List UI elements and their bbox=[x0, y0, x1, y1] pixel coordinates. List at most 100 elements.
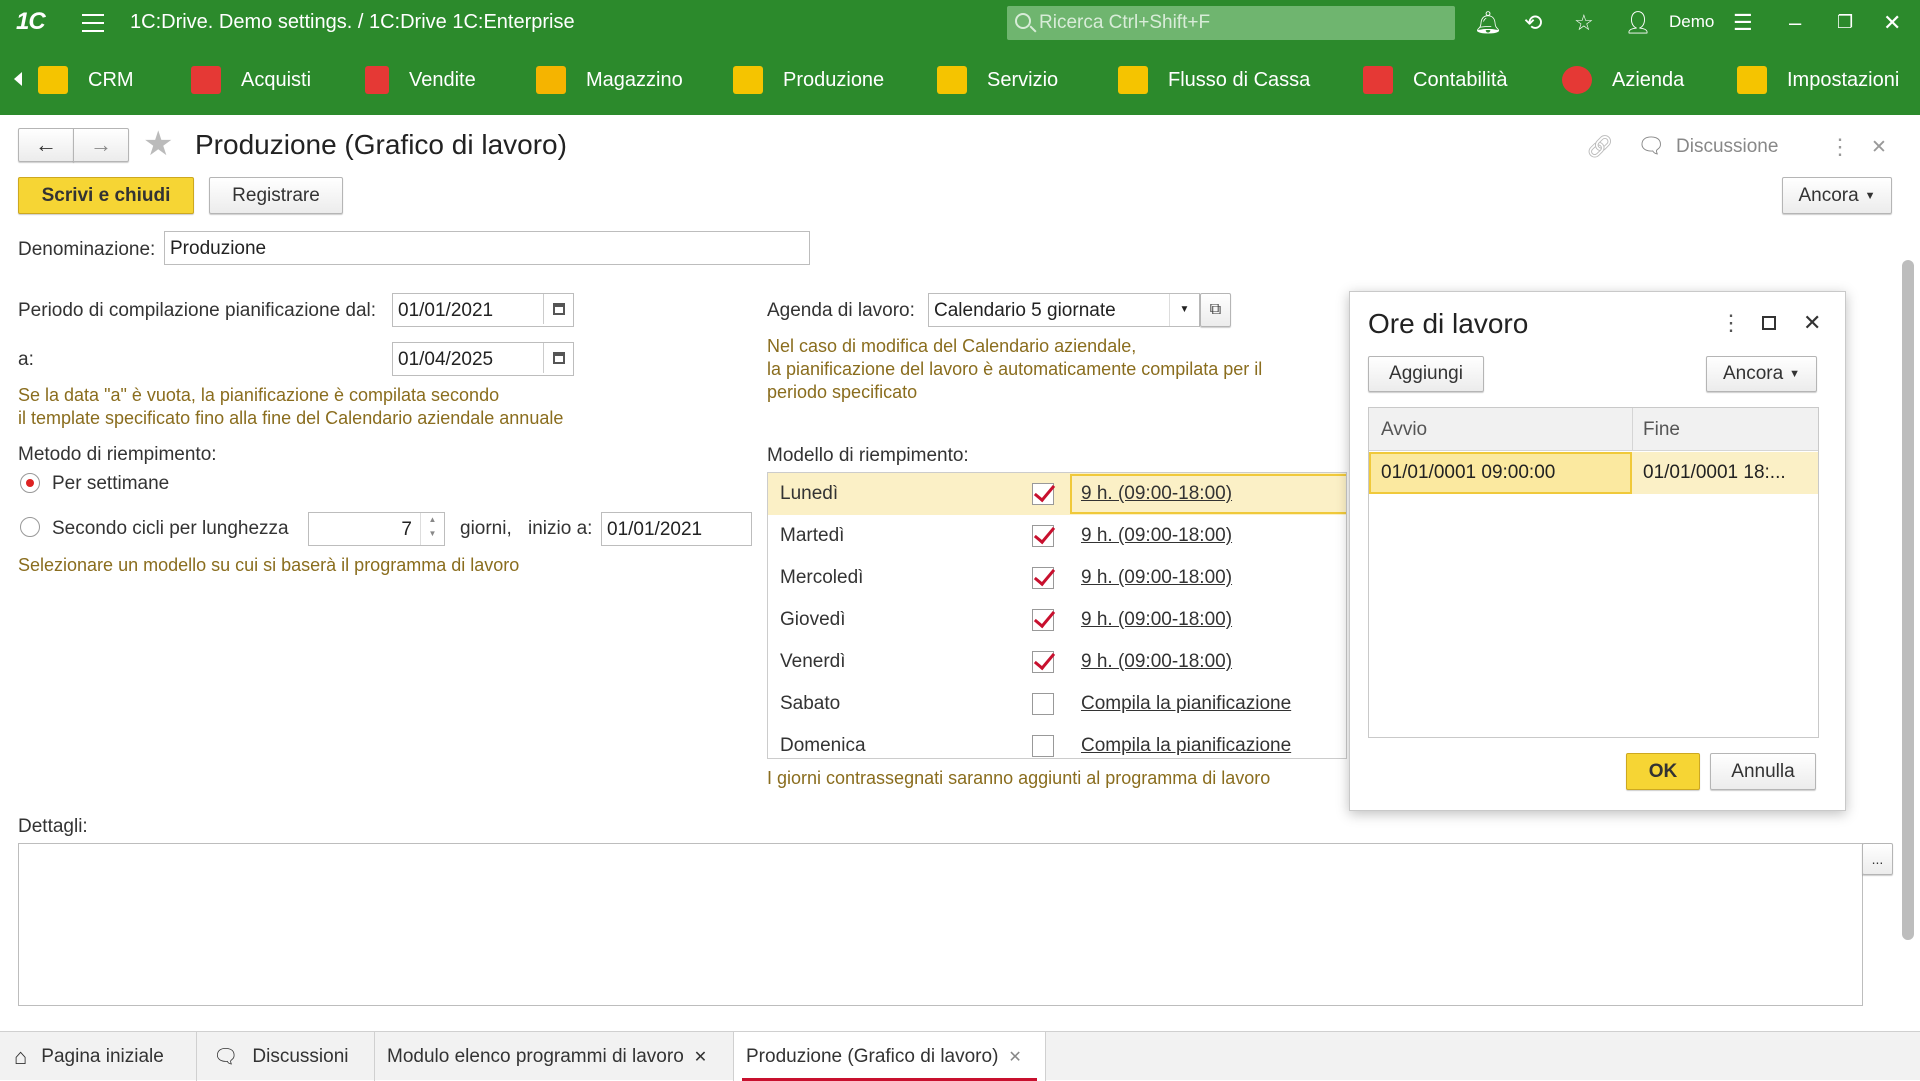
dialog-more-button[interactable]: Ancora ▼ bbox=[1706, 356, 1817, 392]
close-tab-icon[interactable]: ✕ bbox=[694, 1047, 707, 1067]
nav-crm[interactable]: CRM bbox=[38, 45, 134, 115]
day-hours-link[interactable]: 9 h. (09:00-18:00) bbox=[1081, 483, 1232, 505]
day-hours-link[interactable]: 9 h. (09:00-18:00) bbox=[1081, 609, 1232, 631]
user-name[interactable]: Demo bbox=[1669, 12, 1714, 32]
open-agenda-button[interactable]: ⧉ bbox=[1200, 293, 1231, 327]
back-button[interactable]: ← bbox=[18, 128, 74, 162]
close-form-icon[interactable]: ✕ bbox=[1871, 136, 1887, 159]
days-label: giorni, bbox=[460, 518, 512, 539]
day-hours-link[interactable]: 9 h. (09:00-18:00) bbox=[1081, 651, 1232, 673]
scrollbar[interactable] bbox=[1902, 260, 1914, 940]
dialog-more-label: Ancora bbox=[1722, 363, 1784, 384]
link-icon[interactable]: 🔗︎ bbox=[1586, 134, 1614, 160]
nav-azienda[interactable]: Azienda bbox=[1562, 45, 1684, 115]
table-row[interactable]: Sabato Compila la pianificazione bbox=[768, 683, 1346, 725]
add-button[interactable]: Aggiungi bbox=[1368, 356, 1484, 392]
close-window-icon[interactable]: ✕ bbox=[1883, 10, 1901, 36]
forward-button[interactable]: → bbox=[73, 128, 129, 162]
start-date-field[interactable]: 01/01/2021 bbox=[601, 512, 752, 546]
table-row[interactable]: Mercoledì 9 h. (09:00-18:00) bbox=[768, 557, 1346, 599]
history-icon[interactable]: ⟲ bbox=[1524, 10, 1542, 36]
radio-by-cycles[interactable] bbox=[20, 517, 40, 537]
tab-discussions[interactable]: 🗨︎ Discussioni bbox=[197, 1032, 375, 1081]
factory-icon bbox=[733, 66, 763, 94]
search-input[interactable]: Ricerca Ctrl+Shift+F bbox=[1007, 6, 1455, 40]
more-menu-icon[interactable]: ⋮ bbox=[1829, 134, 1851, 160]
details-expand-button[interactable]: ... bbox=[1862, 843, 1893, 875]
tab-produzione[interactable]: Produzione (Grafico di lavoro) ✕ bbox=[734, 1032, 1046, 1081]
nav-label: Acquisti bbox=[241, 68, 312, 91]
open-windows-bar: ⌂ Pagina iniziale 🗨︎ Discussioni Modulo … bbox=[0, 1031, 1920, 1081]
ok-button[interactable]: OK bbox=[1626, 753, 1700, 790]
model-table: Lunedì 9 h. (09:00-18:00) Martedì 9 h. (… bbox=[767, 472, 1347, 759]
day-hours-link[interactable]: 9 h. (09:00-18:00) bbox=[1081, 525, 1232, 547]
tab-home[interactable]: ⌂ Pagina iniziale bbox=[0, 1032, 197, 1081]
calendar-icon[interactable] bbox=[543, 294, 573, 324]
dialog-more-icon[interactable]: ⋮ bbox=[1720, 310, 1742, 336]
nav-flusso-di-cassa[interactable]: Flusso di Cassa bbox=[1118, 45, 1310, 115]
name-field[interactable]: Produzione bbox=[164, 231, 810, 265]
table-row[interactable]: Martedì 9 h. (09:00-18:00) bbox=[768, 515, 1346, 557]
radio-by-weeks[interactable] bbox=[20, 473, 40, 493]
period-to-field[interactable]: 01/04/2025 bbox=[392, 342, 574, 376]
favorite-star-icon[interactable]: ★ bbox=[143, 124, 173, 164]
nav-vendite[interactable]: Vendite bbox=[365, 45, 476, 115]
table-row[interactable]: Domenica Compila la pianificazione bbox=[768, 725, 1346, 758]
day-hours-link[interactable]: Compila la pianificazione bbox=[1081, 735, 1291, 757]
discussion-icon[interactable]: 🗨︎ bbox=[1637, 133, 1665, 159]
day-hours-link[interactable]: Compila la pianificazione bbox=[1081, 693, 1291, 715]
write-and-close-button[interactable]: Scrivi e chiudi bbox=[18, 177, 194, 214]
register-button[interactable]: Registrare bbox=[209, 177, 343, 214]
scroll-left-icon[interactable] bbox=[14, 72, 22, 86]
tab-work-schedules-list[interactable]: Modulo elenco programmi di lavoro ✕ bbox=[375, 1032, 734, 1081]
nav-produzione[interactable]: Produzione bbox=[733, 45, 884, 115]
star-icon[interactable]: ☆ bbox=[1574, 10, 1594, 36]
dropdown-arrow-icon[interactable]: ▼ bbox=[1169, 294, 1199, 326]
nav-magazzino[interactable]: Magazzino bbox=[536, 45, 683, 115]
day-checkbox[interactable] bbox=[1032, 735, 1054, 757]
more-actions-button[interactable]: Ancora ▼ bbox=[1782, 177, 1892, 214]
nav-contabilita[interactable]: Contabilità bbox=[1363, 45, 1508, 115]
day-checkbox[interactable] bbox=[1032, 651, 1054, 673]
bell-icon[interactable]: 🔔︎ bbox=[1474, 10, 1502, 36]
dialog-close-icon[interactable]: ✕ bbox=[1803, 310, 1821, 336]
agenda-value: Calendario 5 giornate bbox=[934, 300, 1116, 321]
day-checkbox[interactable] bbox=[1032, 567, 1054, 589]
radio-by-weeks-label[interactable]: Per settimane bbox=[52, 473, 169, 495]
user-icon[interactable]: 👤︎ bbox=[1624, 10, 1652, 36]
chevron-down-icon: ▼ bbox=[1789, 368, 1801, 380]
table-row[interactable]: Venerdì 9 h. (09:00-18:00) bbox=[768, 641, 1346, 683]
menu-icon[interactable] bbox=[82, 14, 104, 32]
day-hours-link[interactable]: 9 h. (09:00-18:00) bbox=[1081, 567, 1232, 589]
stepper-icon[interactable]: ▲ ▼ bbox=[420, 513, 444, 545]
cancel-button[interactable]: Annulla bbox=[1710, 753, 1816, 790]
column-end[interactable]: Fine bbox=[1643, 419, 1680, 441]
close-tab-icon[interactable]: ✕ bbox=[1008, 1047, 1021, 1067]
details-field[interactable] bbox=[18, 843, 1863, 1006]
settings-menu-icon[interactable]: ☰ bbox=[1733, 10, 1753, 36]
nav-label: CRM bbox=[88, 68, 134, 91]
minimize-icon[interactable]: – bbox=[1789, 10, 1801, 36]
nav-acquisti[interactable]: Acquisti bbox=[191, 45, 311, 115]
ledger-icon bbox=[1363, 66, 1393, 94]
calendar-icon[interactable] bbox=[543, 343, 573, 373]
restore-icon[interactable]: ❐ bbox=[1837, 12, 1853, 33]
radio-by-cycles-label[interactable]: Secondo cicli per lunghezza bbox=[52, 518, 289, 540]
agenda-select[interactable]: Calendario 5 giornate ▼ bbox=[928, 293, 1200, 327]
table-row[interactable]: 01/01/0001 09:00:00 01/01/0001 18:... bbox=[1369, 452, 1818, 494]
discussion-link[interactable]: Discussione bbox=[1676, 136, 1778, 158]
nav-impostazioni[interactable]: Impostazioni bbox=[1737, 45, 1899, 115]
nav-servizio[interactable]: Servizio bbox=[937, 45, 1058, 115]
period-from-label: Periodo di compilazione pianificazione d… bbox=[18, 300, 377, 321]
day-checkbox[interactable] bbox=[1032, 609, 1054, 631]
maximize-icon[interactable] bbox=[1762, 316, 1776, 330]
arrow-left-icon: ← bbox=[35, 132, 57, 157]
table-row[interactable]: Lunedì 9 h. (09:00-18:00) bbox=[768, 473, 1346, 515]
day-checkbox[interactable] bbox=[1032, 693, 1054, 715]
day-checkbox[interactable] bbox=[1032, 483, 1054, 505]
period-from-field[interactable]: 01/01/2021 bbox=[392, 293, 574, 327]
cycle-length-field[interactable]: 7 ▲ ▼ bbox=[308, 512, 445, 546]
table-row[interactable]: Giovedì 9 h. (09:00-18:00) bbox=[768, 599, 1346, 641]
column-start[interactable]: Avvio bbox=[1381, 419, 1427, 441]
day-checkbox[interactable] bbox=[1032, 525, 1054, 547]
